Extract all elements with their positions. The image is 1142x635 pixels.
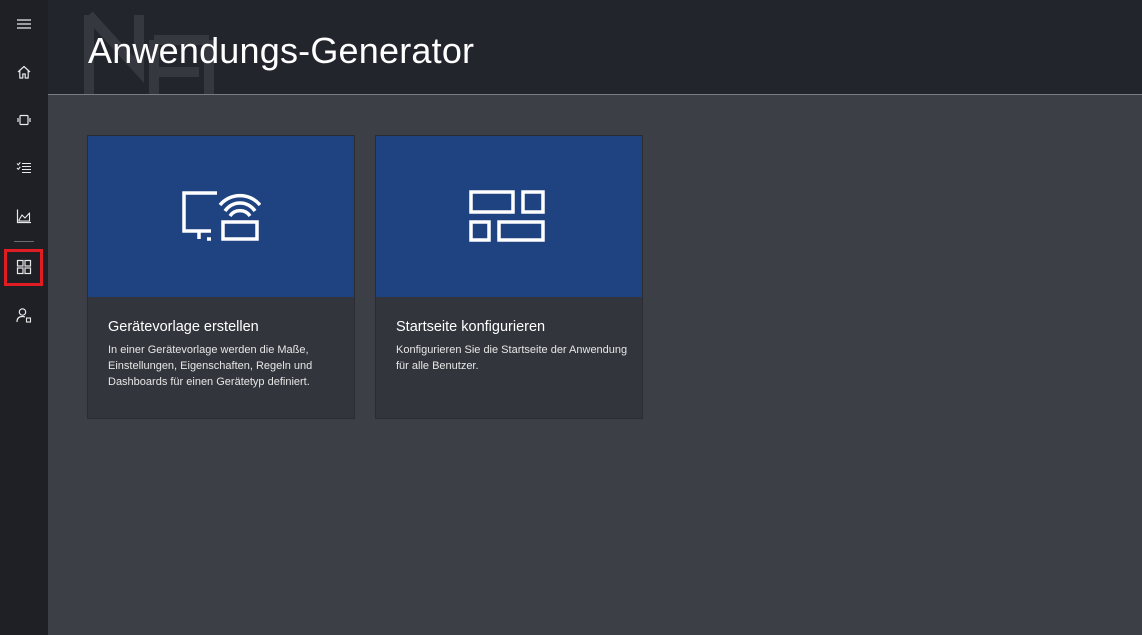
analytics-icon: [16, 209, 31, 224]
nav-rules[interactable]: [0, 150, 48, 186]
nav-home[interactable]: [0, 54, 48, 90]
nav-analytics[interactable]: [0, 198, 48, 234]
admin-user-icon: [16, 308, 32, 323]
tile-description: Konfigurieren Sie die Startseite der Anw…: [396, 344, 628, 372]
tile-create-device-template[interactable]: Gerätevorlage erstellen In einer Gerätev…: [87, 135, 355, 419]
tile-description: In einer Gerätevorlage werden die Maße, …: [108, 344, 313, 388]
home-icon: [17, 65, 31, 79]
tile-configure-home-page[interactable]: Startseite konfigurieren Konfigurieren S…: [375, 135, 643, 419]
device-icon: [17, 114, 31, 126]
dashboard-layout-icon: [469, 189, 545, 242]
nav-devices[interactable]: [0, 102, 48, 138]
tile-title: Startseite konfigurieren: [396, 319, 546, 335]
tile-title: Gerätevorlage erstellen: [108, 319, 259, 335]
page-header: Anwendungs-Generator: [48, 0, 1142, 95]
app-root: Anwendungs-Generator Gerätevorlage erste…: [0, 0, 1142, 635]
nav-administration[interactable]: [0, 297, 48, 333]
nav-app-builder[interactable]: [0, 249, 48, 285]
grid-icon: [16, 259, 32, 275]
hamburger-menu-button[interactable]: [0, 6, 48, 42]
left-nav-rail: [0, 0, 48, 635]
device-template-icon: [182, 190, 261, 241]
checklist-icon: [16, 161, 31, 174]
tile-art: [88, 136, 354, 297]
hamburger-icon: [17, 19, 31, 29]
nav-separator: [14, 241, 34, 242]
tile-art: [376, 136, 642, 297]
page-title: Anwendungs-Generator: [88, 30, 475, 71]
